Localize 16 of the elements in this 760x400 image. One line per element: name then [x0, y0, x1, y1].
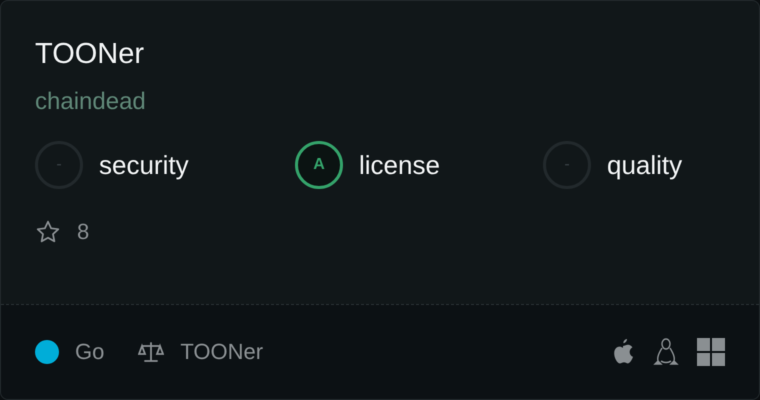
- star-count: 8: [77, 219, 90, 245]
- windows-icon: [697, 338, 725, 366]
- license-name: TOONer: [180, 339, 264, 365]
- star-icon: [35, 219, 61, 245]
- penguin-icon: [653, 337, 679, 367]
- language-name: Go: [75, 339, 104, 365]
- score-label: quality: [607, 150, 682, 180]
- score-label: security: [99, 150, 189, 180]
- scale-icon: [138, 340, 164, 364]
- grade-badge: -: [35, 141, 83, 189]
- grade-badge: -: [543, 141, 591, 189]
- grade-badge: A: [295, 141, 343, 189]
- score-label: license: [359, 150, 440, 180]
- apple-icon: [611, 338, 635, 366]
- owner-name: chaindead: [35, 87, 147, 117]
- repo-title: TOONer: [35, 37, 146, 72]
